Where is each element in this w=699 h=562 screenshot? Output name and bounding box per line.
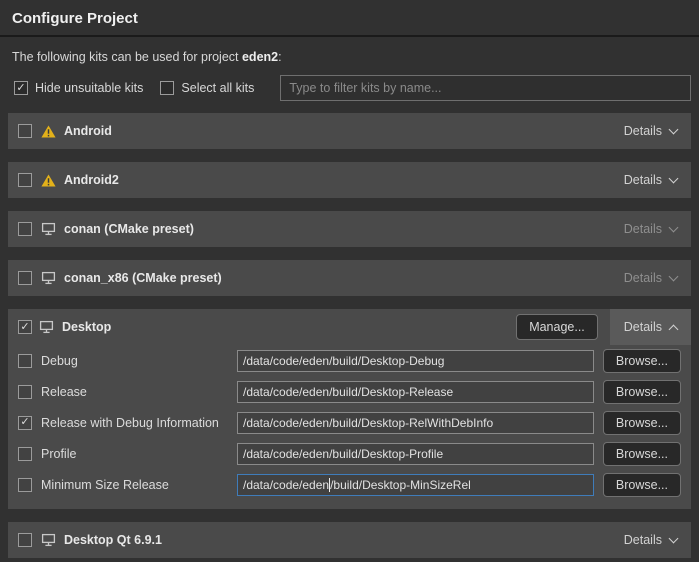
details-label: Details bbox=[624, 173, 662, 187]
intro-prefix: The following kits can be used for proje… bbox=[12, 50, 242, 64]
kit-checkbox[interactable]: ✓ bbox=[18, 533, 32, 547]
kit-filter-input[interactable] bbox=[280, 75, 691, 101]
chevron-down-icon bbox=[669, 124, 679, 134]
check-icon: ✓ bbox=[16, 83, 25, 94]
path-text-before-caret: /data/code/eden bbox=[243, 478, 329, 492]
kit-row-android[interactable]: ✓ Android Details bbox=[8, 113, 691, 149]
kit-panel-desktop: ✓ Desktop Manage... Details ✓ Debug /dat… bbox=[8, 309, 691, 509]
warning-icon bbox=[41, 174, 56, 187]
details-toggle[interactable]: Details bbox=[610, 260, 691, 296]
details-toggle[interactable]: Details bbox=[610, 309, 691, 345]
manage-button[interactable]: Manage... bbox=[516, 314, 598, 340]
build-config-row-debug: ✓ Debug /data/code/eden/build/Desktop-De… bbox=[8, 345, 691, 376]
warning-icon bbox=[41, 125, 56, 138]
config-checkbox[interactable]: ✓ bbox=[18, 416, 32, 430]
chevron-down-icon bbox=[669, 173, 679, 183]
check-icon: ✓ bbox=[20, 322, 29, 333]
check-icon: ✓ bbox=[20, 417, 29, 428]
details-toggle[interactable]: Details bbox=[610, 522, 691, 558]
chevron-up-icon bbox=[669, 324, 679, 334]
path-text-after-caret: /build/Desktop-MinSizeRel bbox=[330, 478, 471, 492]
checkbox-box: ✓ bbox=[160, 81, 174, 95]
checkbox-label: Select all kits bbox=[181, 81, 254, 95]
title-divider bbox=[0, 35, 699, 37]
kit-row-desktop[interactable]: ✓ Desktop Manage... Details bbox=[8, 309, 691, 345]
chevron-down-icon bbox=[669, 533, 679, 543]
details-toggle[interactable]: Details bbox=[610, 162, 691, 198]
kit-row-desktop-qt[interactable]: ✓ Desktop Qt 6.9.1 Details bbox=[8, 522, 691, 558]
desktop-icon bbox=[41, 271, 56, 285]
details-label: Details bbox=[624, 124, 662, 138]
kit-name: conan_x86 (CMake preset) bbox=[64, 271, 222, 285]
build-path-input[interactable]: /data/code/eden/build/Desktop-Release bbox=[237, 381, 594, 403]
details-label: Details bbox=[624, 533, 662, 547]
build-path-input[interactable]: /data/code/eden/build/Desktop-RelWithDeb… bbox=[237, 412, 594, 434]
config-label: Release with Debug Information bbox=[41, 416, 237, 430]
config-label: Profile bbox=[41, 447, 237, 461]
browse-button[interactable]: Browse... bbox=[603, 349, 681, 373]
details-label: Details bbox=[624, 222, 662, 236]
chevron-down-icon bbox=[669, 222, 679, 232]
details-toggle[interactable]: Details bbox=[610, 113, 691, 149]
kit-name: conan (CMake preset) bbox=[64, 222, 194, 236]
kit-checkbox[interactable]: ✓ bbox=[18, 271, 32, 285]
checkbox-box: ✓ bbox=[14, 81, 28, 95]
browse-button[interactable]: Browse... bbox=[603, 411, 681, 435]
config-label: Release bbox=[41, 385, 237, 399]
kit-checkbox[interactable]: ✓ bbox=[18, 222, 32, 236]
kit-row-android2[interactable]: ✓ Android2 Details bbox=[8, 162, 691, 198]
kit-checkbox[interactable]: ✓ bbox=[18, 320, 32, 334]
kit-row-conan[interactable]: ✓ conan (CMake preset) Details bbox=[8, 211, 691, 247]
config-checkbox[interactable]: ✓ bbox=[18, 385, 32, 399]
build-config-row-relwithdebinfo: ✓ Release with Debug Information /data/c… bbox=[8, 407, 691, 438]
intro-text: The following kits can be used for proje… bbox=[12, 50, 687, 64]
details-label: Details bbox=[624, 271, 662, 285]
select-all-kits-checkbox[interactable]: ✓ Select all kits bbox=[160, 81, 254, 95]
chevron-down-icon bbox=[669, 271, 679, 281]
kit-row-conan-x86[interactable]: ✓ conan_x86 (CMake preset) Details bbox=[8, 260, 691, 296]
kit-name: Android2 bbox=[64, 173, 119, 187]
checkbox-label: Hide unsuitable kits bbox=[35, 81, 143, 95]
kit-name: Desktop Qt 6.9.1 bbox=[64, 533, 162, 547]
build-path-input[interactable]: /data/code/eden/build/Desktop-Debug bbox=[237, 350, 594, 372]
details-toggle[interactable]: Details bbox=[610, 211, 691, 247]
hide-unsuitable-kits-checkbox[interactable]: ✓ Hide unsuitable kits bbox=[14, 81, 143, 95]
browse-button[interactable]: Browse... bbox=[603, 442, 681, 466]
config-checkbox[interactable]: ✓ bbox=[18, 447, 32, 461]
details-label: Details bbox=[624, 320, 662, 334]
kit-filter-bar: ✓ Hide unsuitable kits ✓ Select all kits bbox=[14, 75, 691, 101]
config-checkbox[interactable]: ✓ bbox=[18, 354, 32, 368]
desktop-icon bbox=[41, 533, 56, 547]
build-config-row-release: ✓ Release /data/code/eden/build/Desktop-… bbox=[8, 376, 691, 407]
kit-list: ✓ Android Details ✓ Android2 Details ✓ c… bbox=[8, 113, 691, 558]
kit-checkbox[interactable]: ✓ bbox=[18, 124, 32, 138]
kit-name: Desktop bbox=[62, 320, 111, 334]
kit-checkbox[interactable]: ✓ bbox=[18, 173, 32, 187]
build-config-row-minsizerel: ✓ Minimum Size Release /data/code/eden/b… bbox=[8, 469, 691, 500]
project-name: eden2 bbox=[242, 50, 278, 64]
build-config-row-profile: ✓ Profile /data/code/eden/build/Desktop-… bbox=[8, 438, 691, 469]
build-path-input[interactable]: /data/code/eden/build/Desktop-Profile bbox=[237, 443, 594, 465]
config-label: Debug bbox=[41, 354, 237, 368]
intro-suffix: : bbox=[278, 50, 281, 64]
build-path-input-focused[interactable]: /data/code/eden/build/Desktop-MinSizeRel bbox=[237, 474, 594, 496]
browse-button[interactable]: Browse... bbox=[603, 380, 681, 404]
kit-name: Android bbox=[64, 124, 112, 138]
page-title: Configure Project bbox=[0, 0, 699, 35]
config-checkbox[interactable]: ✓ bbox=[18, 478, 32, 492]
config-label: Minimum Size Release bbox=[41, 478, 237, 492]
desktop-icon bbox=[39, 320, 54, 334]
browse-button[interactable]: Browse... bbox=[603, 473, 681, 497]
desktop-icon bbox=[41, 222, 56, 236]
